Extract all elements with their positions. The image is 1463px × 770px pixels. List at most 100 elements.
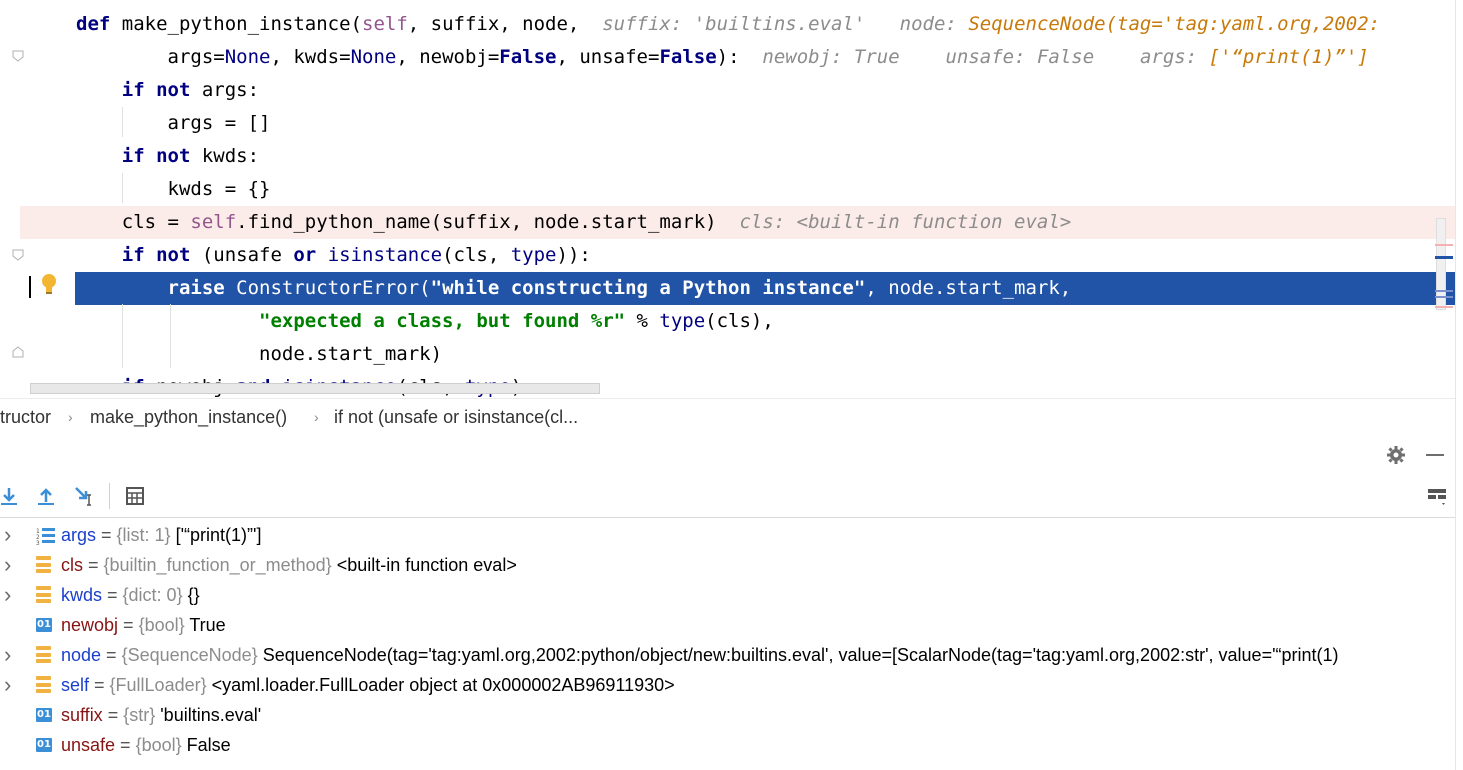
code-token: )): bbox=[556, 244, 591, 266]
error-stripe-marker[interactable] bbox=[1435, 306, 1453, 308]
variable-type: {bool} bbox=[135, 735, 182, 755]
variable-type: {list: 1} bbox=[116, 525, 171, 545]
field-icon bbox=[36, 556, 51, 573]
variable-name: args bbox=[61, 525, 97, 545]
equals-sign: = bbox=[118, 615, 139, 635]
equals-sign: = bbox=[102, 585, 123, 605]
step-out-icon[interactable] bbox=[33, 483, 59, 509]
variable-row-cls[interactable]: › cls = {builtin_function_or_method} <bui… bbox=[0, 550, 1455, 580]
variable-row-node[interactable]: › node = {SequenceNode} SequenceNode(tag=… bbox=[0, 640, 1455, 670]
code-token: type bbox=[510, 244, 557, 266]
variable-type: {dict: 0} bbox=[122, 585, 183, 605]
variable-value: False bbox=[186, 735, 231, 755]
variable-value: True bbox=[189, 615, 226, 635]
variable-type: {builtin_function_or_method} bbox=[103, 555, 332, 575]
variable-type: {SequenceNode} bbox=[121, 645, 258, 665]
chevron-right-icon[interactable]: › bbox=[4, 520, 11, 550]
minus-icon[interactable] bbox=[1426, 454, 1444, 456]
error-stripe-marker[interactable] bbox=[1435, 256, 1453, 259]
code-token: node: bbox=[899, 13, 969, 35]
code-line[interactable]: args = [] bbox=[0, 107, 1455, 140]
code-line[interactable]: "expected a class, but found %r" % type(… bbox=[0, 305, 1455, 338]
variable-name: kwds bbox=[61, 585, 103, 605]
variable-row-self[interactable]: › self = {FullLoader} <yaml.loader.FullLo… bbox=[0, 670, 1455, 700]
field-icon bbox=[36, 646, 51, 663]
lightbulb-icon[interactable] bbox=[40, 273, 58, 295]
evaluate-expression-icon[interactable] bbox=[122, 483, 148, 509]
step-into-icon[interactable] bbox=[0, 483, 22, 509]
code-token: % bbox=[625, 310, 660, 332]
code-line[interactable]: kwds = {} bbox=[0, 173, 1455, 206]
equals-sign: = bbox=[101, 645, 122, 665]
variable-row-kwds[interactable]: › kwds = {dict: 0} {} bbox=[0, 580, 1455, 610]
caret bbox=[29, 276, 31, 298]
run-to-cursor-icon[interactable] bbox=[72, 483, 98, 509]
code-token: make_python_instance( bbox=[110, 13, 362, 35]
variable-name: suffix bbox=[61, 705, 103, 725]
code-line[interactable]: args=None, kwds=None, newobj=False, unsa… bbox=[0, 41, 1455, 74]
code-line[interactable]: raise ConstructorError("while constructi… bbox=[75, 272, 1455, 305]
vertical-scrollbar[interactable] bbox=[1435, 0, 1463, 770]
code-token: suffix: 'builtins.eval' bbox=[602, 13, 866, 35]
variable-row-unsafe[interactable]: 01 unsafe = {bool} False bbox=[0, 730, 1455, 760]
code-editor[interactable]: def make_python_instance(self, suffix, n… bbox=[0, 0, 1463, 398]
variables-list[interactable]: › 1 2 3 args = {list: 1} ['“print(1)”'] › cls … bbox=[0, 518, 1455, 770]
variable-row-args[interactable]: › 1 2 3 args = {list: 1} ['“print(1)”'] bbox=[0, 520, 1455, 550]
chevron-right-icon[interactable]: › bbox=[4, 580, 11, 610]
code-token: None bbox=[224, 46, 271, 68]
chevron-right-icon[interactable]: › bbox=[4, 670, 11, 700]
code-token: if not bbox=[121, 79, 191, 101]
variable-row-suffix[interactable]: 01 suffix = {str} 'builtins.eval' bbox=[0, 700, 1455, 730]
code-token: if not bbox=[121, 145, 191, 167]
variable-value: <yaml.loader.FullLoader object at 0x0000… bbox=[211, 675, 675, 695]
code-token: or bbox=[293, 244, 317, 266]
breadcrumb-item-class[interactable]: tructor bbox=[0, 399, 51, 435]
code-token: , newobj= bbox=[396, 46, 500, 68]
horizontal-scrollbar[interactable] bbox=[30, 383, 600, 394]
gear-icon[interactable] bbox=[1386, 445, 1406, 465]
code-token: kwds: bbox=[190, 145, 260, 167]
code-line[interactable]: def make_python_instance(self, suffix, n… bbox=[0, 8, 1455, 41]
breadcrumb-item-function[interactable]: make_python_instance() bbox=[90, 399, 287, 435]
chevron-right-icon[interactable]: › bbox=[4, 640, 11, 670]
list-icon: 123 bbox=[36, 525, 55, 547]
variable-value: 'builtins.eval' bbox=[160, 705, 262, 725]
code-line[interactable]: if not kwds: bbox=[0, 140, 1455, 173]
error-stripe-marker[interactable] bbox=[1435, 290, 1453, 292]
code-token: (unsafe bbox=[190, 244, 294, 266]
primitive-icon: 01 bbox=[36, 708, 52, 722]
variable-value: ['“print(1)”'] bbox=[175, 525, 262, 545]
error-stripe-marker[interactable] bbox=[1435, 296, 1453, 298]
variable-row-newobj[interactable]: 01 newobj = {bool} True bbox=[0, 610, 1455, 640]
code-line[interactable]: if not args: bbox=[0, 74, 1455, 107]
code-token: "while constructing a Python instance" bbox=[430, 277, 866, 299]
debug-toolbar bbox=[0, 475, 1455, 518]
indent-guide bbox=[122, 173, 123, 203]
indent-guide bbox=[170, 304, 171, 368]
equals-sign: = bbox=[89, 675, 110, 695]
breadcrumb-item-statement[interactable]: if not (unsafe or isinstance(cl... bbox=[334, 399, 578, 435]
variable-name: newobj bbox=[61, 615, 119, 635]
code-token: "expected a class, but found %r" bbox=[259, 310, 626, 332]
code-token: if not bbox=[121, 244, 191, 266]
code-token: ['“print(1)”'] bbox=[1208, 46, 1369, 68]
code-line[interactable]: node.start_mark) bbox=[0, 338, 1455, 371]
svg-text:3: 3 bbox=[36, 540, 40, 546]
primitive-icon: 01 bbox=[36, 738, 52, 752]
layout-options-icon[interactable] bbox=[1424, 483, 1450, 509]
code-token: cls = bbox=[76, 211, 191, 233]
equals-sign: = bbox=[115, 735, 136, 755]
chevron-right-icon[interactable]: › bbox=[4, 550, 11, 580]
error-stripe-marker[interactable] bbox=[1435, 244, 1453, 246]
code-token: args: bbox=[190, 79, 260, 101]
variable-type: {str} bbox=[123, 705, 156, 725]
code-line[interactable]: cls = self.find_python_name(suffix, node… bbox=[20, 206, 1455, 239]
code-line[interactable]: if not (unsafe or isinstance(cls, type))… bbox=[0, 239, 1455, 272]
primitive-icon: 01 bbox=[36, 618, 52, 632]
variable-value: {} bbox=[187, 585, 200, 605]
code-token: unsafe: False bbox=[945, 46, 1095, 68]
